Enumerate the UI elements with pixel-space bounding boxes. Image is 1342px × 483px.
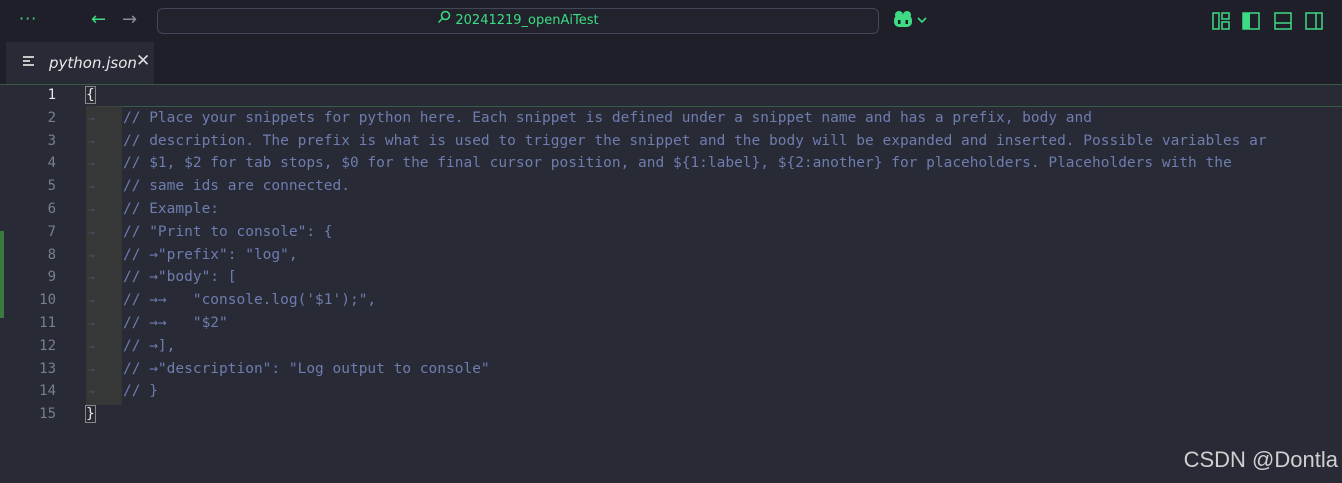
whitespace-tab-marker: →	[88, 294, 95, 308]
code-line: // →"body": [	[123, 269, 237, 286]
line-number: 6	[47, 201, 56, 217]
line-number: 12	[39, 337, 56, 354]
code-line: // "Print to console": {	[123, 223, 333, 240]
line-number: 15	[39, 406, 56, 423]
arrow-right-icon[interactable]: →	[122, 11, 137, 29]
line-number: 5	[47, 178, 56, 195]
tab-bar: python.json ✕	[0, 42, 1342, 84]
search-text: 20241219_openAiTest	[455, 13, 599, 28]
code-line: // }	[123, 383, 158, 400]
customize-layout-icon[interactable]	[1212, 12, 1230, 34]
toggle-primary-sidebar-icon[interactable]	[1242, 12, 1260, 34]
code-line: // →"prefix": "log",	[123, 246, 298, 263]
title-bar: ··· ← → 20241219_openAiTest	[0, 0, 1342, 42]
code-line: // $1, $2 for tab stops, $0 for the fina…	[123, 155, 1232, 172]
whitespace-tab-marker: →	[88, 248, 95, 262]
code-line: // →→ "$2"	[123, 315, 228, 331]
code-line: // description. The prefix is what is us…	[123, 132, 1267, 149]
code-editor[interactable]: 1 2 3 4 5 6 7 8 9 10 11 12 13 14 15 → → …	[0, 84, 1342, 483]
line-number: 2	[47, 109, 56, 126]
copilot-icon[interactable]	[893, 10, 929, 34]
whitespace-tab-marker: →	[88, 157, 95, 171]
line-number: 7	[47, 223, 56, 240]
line-number: 14	[39, 383, 56, 400]
whitespace-tab-marker: →	[88, 134, 95, 148]
bracket-match: }	[85, 405, 96, 424]
line-number: 4	[47, 155, 56, 172]
code-line: {	[85, 84, 96, 107]
line-number: 8	[47, 246, 56, 263]
search-icon	[437, 9, 451, 33]
whitespace-tab-marker: →	[88, 111, 95, 125]
whitespace-tab-marker: →	[88, 225, 95, 239]
toggle-secondary-sidebar-icon[interactable]	[1305, 12, 1323, 34]
code-line: // Place your snippets for python here. …	[123, 109, 1093, 126]
code-line: // same ids are connected.	[123, 178, 350, 195]
watermark: CSDN @Dontla	[1183, 447, 1338, 472]
whitespace-tab-marker: →	[88, 339, 95, 353]
line-number: 3	[47, 132, 56, 149]
code-line: // →→ "console.log('$1');",	[123, 292, 377, 309]
whitespace-tab-marker: →	[88, 271, 95, 285]
command-center-search[interactable]: 20241219_openAiTest	[157, 8, 879, 34]
line-number: 10	[39, 292, 56, 309]
line-number: 13	[39, 360, 56, 377]
close-icon[interactable]: ✕	[136, 51, 150, 71]
ellipsis-icon[interactable]: ···	[19, 10, 37, 28]
file-lines-icon	[23, 56, 34, 68]
whitespace-tab-marker: →	[88, 362, 95, 376]
whitespace-tab-marker: →	[88, 180, 95, 194]
current-line-highlight	[96, 84, 1342, 107]
line-number: 11	[39, 315, 56, 331]
toggle-panel-icon[interactable]	[1274, 12, 1292, 34]
whitespace-tab-marker: →	[88, 317, 95, 330]
code-line: // →"description": "Log output to consol…	[123, 360, 490, 377]
arrow-left-icon[interactable]: ←	[91, 11, 106, 29]
code-line: // →],	[123, 337, 176, 354]
tab-python-json[interactable]: python.json ✕	[6, 42, 154, 84]
bracket-match: {	[85, 86, 96, 104]
whitespace-tab-marker: →	[88, 203, 95, 216]
line-number: 1	[47, 87, 56, 103]
line-number: 9	[47, 269, 56, 286]
tab-label: python.json	[49, 54, 137, 72]
code-line: // Example:	[123, 201, 220, 217]
whitespace-tab-marker: →	[88, 385, 95, 399]
code-line: }	[85, 403, 96, 426]
